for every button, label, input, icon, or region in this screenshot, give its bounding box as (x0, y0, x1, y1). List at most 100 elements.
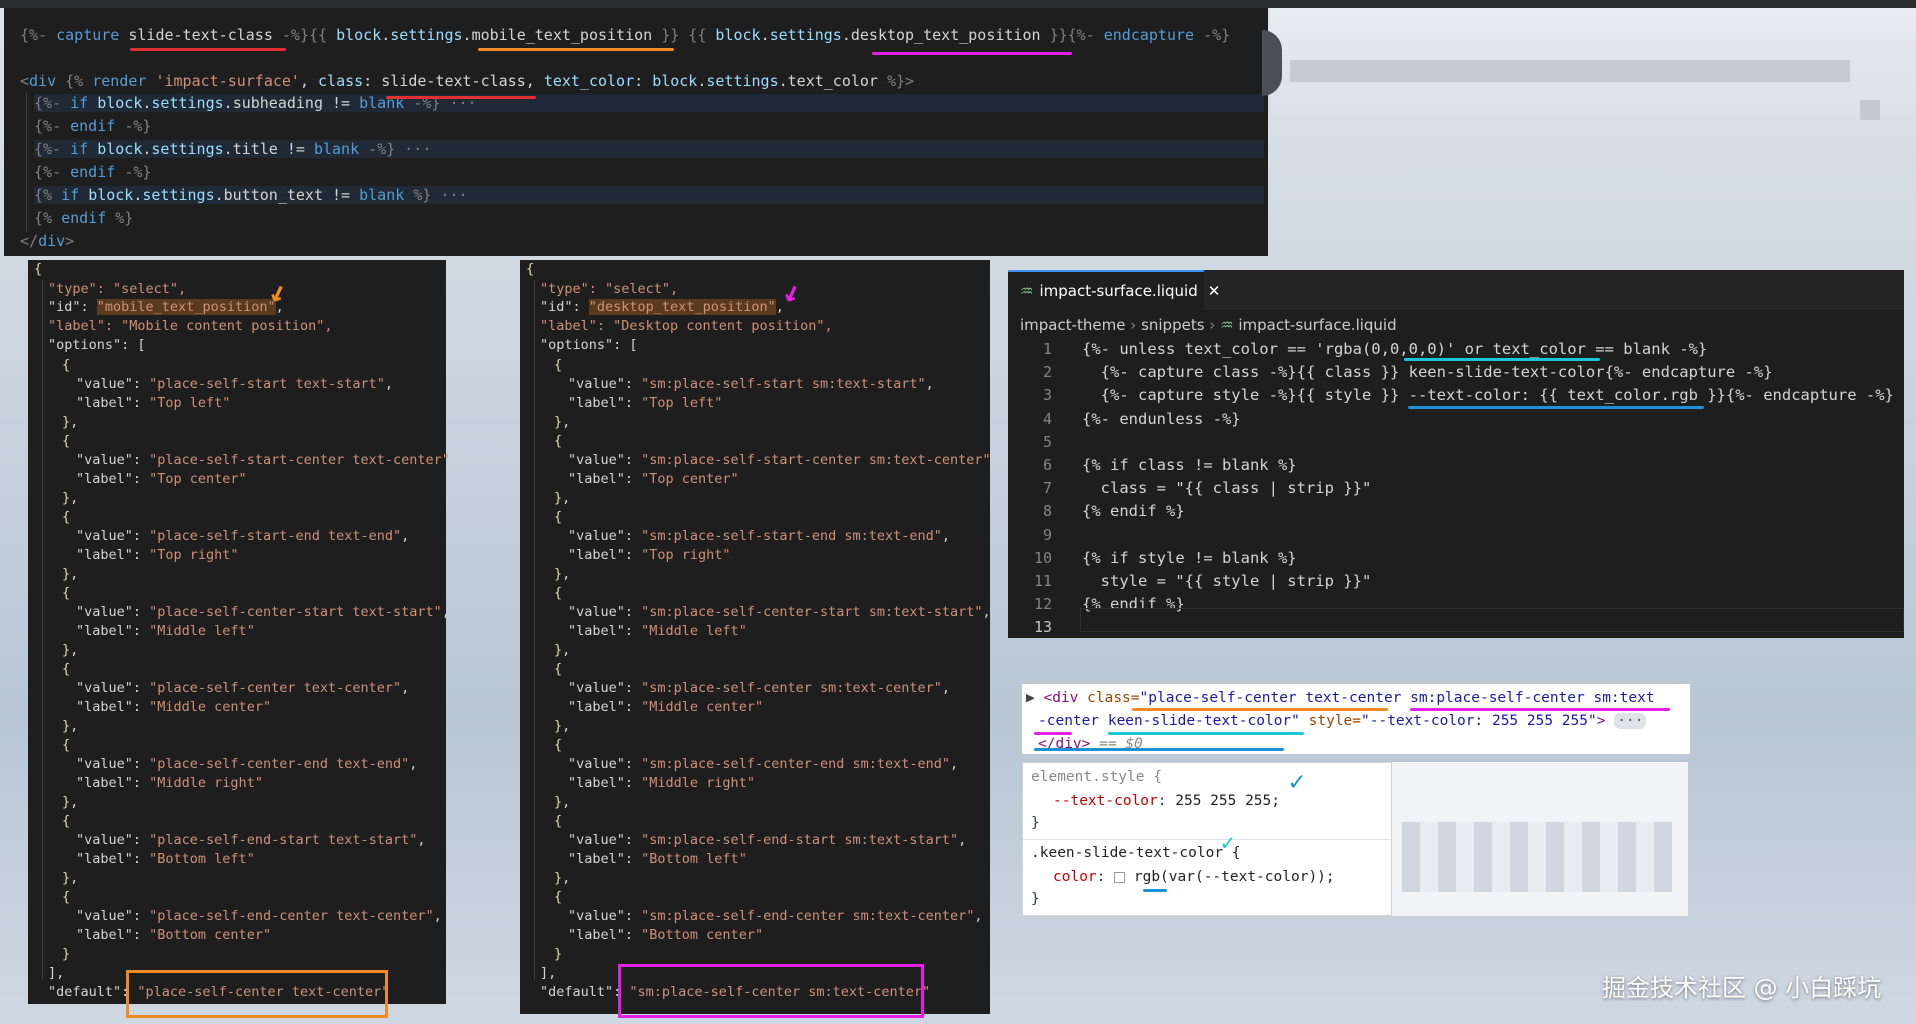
option-value: "value": "place-self-center text-center"… (76, 680, 410, 696)
option-value: "value": "sm:place-self-end-center sm:te… (568, 908, 983, 924)
option-close: }, (554, 794, 571, 810)
red-underline (386, 96, 536, 99)
option-open: { (62, 585, 71, 601)
option-close: }, (62, 490, 79, 506)
option-label: "label": "Top left" (568, 395, 723, 411)
option-open: { (62, 661, 71, 677)
option-close: }, (62, 870, 79, 886)
editor-code-line[interactable]: class = "{{ class | strip }}" (1082, 479, 1372, 497)
option-close: }, (554, 566, 571, 582)
editor-code-line[interactable]: style = "{{ style | strip }}" (1082, 572, 1372, 590)
style-property[interactable]: --text-color: 255 255 255; (1053, 793, 1280, 809)
code-line-endif: {%- endif -%} (34, 163, 152, 181)
styles-pane: element.style { --text-color: 255 255 25… (1022, 762, 1392, 916)
line-number: 3 (1042, 386, 1052, 405)
json-options-close: ], (48, 965, 65, 981)
code-line-div: <div {% render 'impact-surface', class: … (20, 72, 915, 90)
editor-code-line[interactable]: {%- endunless -%} (1082, 410, 1241, 428)
option-label: "label": "Bottom center" (76, 927, 272, 943)
option-open: { (62, 433, 71, 449)
devtools-element[interactable]: ▶ <div class="place-self-center text-cen… (1022, 684, 1690, 754)
option-open: { (62, 357, 71, 373)
line-number: 13 (1033, 618, 1052, 637)
close-icon[interactable]: ✕ (1208, 282, 1221, 300)
editor-code-line[interactable]: {% endif %} (1082, 502, 1185, 520)
blue-check-icon: ✓ (1289, 767, 1305, 797)
option-open: { (554, 889, 563, 905)
json-id: "id": "mobile_text_position", (48, 299, 284, 315)
editor-code-line[interactable]: {% if class != blank %} (1082, 456, 1297, 474)
option-label: "label": "Bottom center" (568, 927, 764, 943)
rule-selector: .keen-slide-text-color { (1031, 845, 1241, 861)
option-label: "label": "Middle right" (568, 775, 755, 791)
option-open: { (62, 813, 71, 829)
blurred-preview (1392, 762, 1688, 916)
tab-impact-surface[interactable]: ♒ impact-surface.liquid ✕ (1008, 270, 1220, 310)
option-value: "value": "sm:place-self-start-end sm:tex… (568, 528, 951, 544)
code-line-subheading[interactable]: {%- if block.settings.subheading != blan… (34, 94, 1264, 112)
json-type: "type": "select", (48, 281, 187, 297)
option-close: }, (554, 414, 571, 430)
line-number: 5 (1042, 432, 1052, 451)
ellipsis-button[interactable]: ··· (1614, 713, 1647, 729)
option-value: "value": "sm:place-self-start sm:text-st… (568, 376, 934, 392)
watermark: 掘金技术社区 @ 小白踩坑 (1602, 974, 1882, 1002)
expand-arrow-icon[interactable]: ▶ (1026, 690, 1035, 706)
option-open: { (554, 357, 563, 373)
code-line-close-div: </div> (20, 232, 75, 250)
option-close: }, (62, 794, 79, 810)
option-value: "value": "place-self-start-end text-end"… (76, 528, 410, 544)
liquid-file-icon: ♒ (1020, 282, 1034, 300)
line-number: 7 (1042, 479, 1052, 498)
option-label: "label": "Bottom left" (568, 851, 747, 867)
option-value: "value": "sm:place-self-center-end sm:te… (568, 756, 959, 772)
option-label: "label": "Bottom left" (76, 851, 255, 867)
breadcrumb-item[interactable]: impact-surface.liquid (1238, 316, 1396, 334)
option-value: "value": "place-self-center-end text-end… (76, 756, 418, 772)
option-label: "label": "Middle right" (76, 775, 263, 791)
line-number: 9 (1042, 525, 1052, 544)
style-property[interactable]: color: rgb(var(--text-color)); (1053, 869, 1335, 885)
browser-tab-strip (0, 0, 1916, 8)
background-desktop (1270, 8, 1916, 168)
element-style-selector: element.style { (1031, 769, 1162, 785)
option-close: }, (554, 490, 571, 506)
code-line-endif: {%- endif -%} (34, 117, 152, 135)
scroll-arc (1262, 30, 1282, 96)
option-label: "label": "Top right" (76, 547, 239, 563)
code-line-title[interactable]: {%- if block.settings.title != blank -%}… (34, 140, 1264, 158)
blurred-region (1290, 60, 1850, 82)
top-code-panel: {%- capture slide-text-class -%}{{ block… (4, 8, 1268, 256)
option-label: "label": "Top center" (568, 471, 739, 487)
code-line-button[interactable]: {% if block.settings.button_text != blan… (34, 186, 1264, 204)
option-open: { (62, 737, 71, 753)
editor-code-line[interactable]: {%- capture class -%}{{ class }} keen-sl… (1082, 363, 1773, 381)
json-label: "label": "Mobile content position", (48, 318, 333, 334)
option-label: "label": "Middle left" (568, 623, 747, 639)
editor-code-line[interactable]: {% if style != blank %} (1082, 549, 1297, 567)
option-open: { (554, 585, 563, 601)
cyan-underline (1404, 358, 1600, 361)
breadcrumb-item[interactable]: snippets (1141, 316, 1204, 334)
code-line-endif: {% endif %} (34, 209, 134, 227)
option-close: }, (554, 718, 571, 734)
brace: { (34, 261, 43, 277)
option-value: "value": "place-self-start-center text-c… (76, 452, 459, 468)
liquid-file-icon: ♒ (1220, 316, 1234, 334)
option-label: "label": "Top right" (568, 547, 731, 563)
editor-code-line[interactable]: {%- capture style -%}{{ style }} --text-… (1082, 386, 1894, 404)
option-open: { (554, 661, 563, 677)
editor-tab-bar: ♒ impact-surface.liquid ✕ (1008, 270, 1904, 310)
line-number: 12 (1033, 595, 1052, 614)
editor-code-line[interactable]: {%- unless text_color == 'rgba(0,0,0,0)'… (1082, 340, 1707, 358)
option-close: }, (554, 642, 571, 658)
option-open: { (62, 889, 71, 905)
code-line-capture: {%- capture slide-text-class -%}{{ block… (20, 26, 1231, 44)
option-label: "label": "Top center" (76, 471, 247, 487)
mobile-settings-json: { "type": "select", "id": "mobile_text_p… (28, 260, 458, 1004)
option-value: "value": "place-self-end-center text-cen… (76, 908, 442, 924)
option-close: }, (554, 870, 571, 886)
breadcrumb-item[interactable]: impact-theme (1020, 316, 1126, 334)
blue-underline (1408, 406, 1704, 409)
option-open: { (554, 509, 563, 525)
